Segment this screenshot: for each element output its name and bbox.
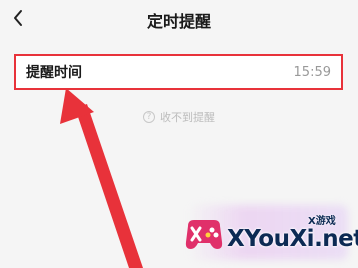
page-title: 定时提醒: [146, 12, 211, 31]
reminder-time-label: 提醒时间: [26, 65, 82, 81]
help-text: 收不到提醒: [160, 111, 215, 124]
question-circle-icon: ?: [143, 111, 155, 123]
arrow-shaft: [75, 104, 143, 268]
header-bar: 定时提醒: [0, 0, 358, 40]
watermark-site-name: XYouXi.net: [227, 226, 358, 252]
watermark-subtitle: X游戏: [308, 216, 336, 227]
reminder-time-value: 15:59: [293, 64, 331, 80]
reminder-time-row[interactable]: 提醒时间 15:59: [14, 54, 343, 90]
no-reminder-help-link[interactable]: ? 收不到提醒: [0, 109, 358, 125]
gamepad-logo-icon: [185, 220, 223, 249]
app-screen: 定时提醒 提醒时间 15:59 ? 收不到提醒 X游戏 XYouXi.net: [0, 0, 358, 268]
